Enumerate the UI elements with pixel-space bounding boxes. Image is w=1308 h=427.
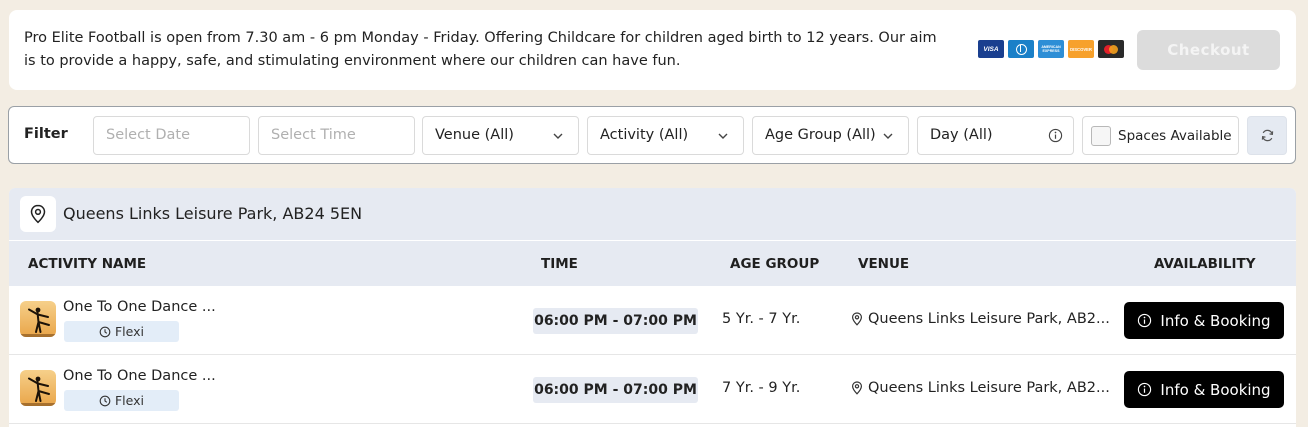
refresh-button[interactable]: [1247, 116, 1287, 155]
venue-pin-badge: [20, 196, 56, 232]
flexi-label: Flexi: [114, 393, 144, 408]
info-icon[interactable]: [1048, 128, 1063, 143]
table-header: ACTIVITY NAME TIME AGE GROUP VENUE AVAIL…: [9, 241, 1296, 286]
refresh-icon: [1261, 129, 1273, 142]
info-booking-label: Info & Booking: [1160, 311, 1271, 330]
location-pin-icon: [851, 381, 863, 395]
american-express-card-icon: AMERICAN EXPRESS: [1038, 40, 1064, 58]
venue-title: Queens Links Leisure Park, AB24 5EN: [63, 204, 363, 223]
age-group-select-value: Age Group (All): [765, 127, 876, 143]
flexi-tag: Flexi: [64, 321, 179, 342]
venue-select[interactable]: Venue (All): [422, 116, 579, 155]
activity-select[interactable]: Activity (All): [587, 116, 744, 155]
column-age-group: AGE GROUP: [730, 256, 820, 272]
venue-header: Queens Links Leisure Park, AB24 5EN: [9, 188, 1296, 240]
column-activity-name: ACTIVITY NAME: [28, 256, 147, 272]
notice-text: Pro Elite Football is open from 7.30 am …: [24, 30, 937, 69]
spaces-available-label: Spaces Available: [1118, 128, 1232, 144]
location-pin-icon: [30, 204, 46, 224]
clock-icon: [99, 326, 111, 337]
checkout-button[interactable]: Checkout: [1137, 30, 1280, 70]
table-row: One To One Dance ... Flexi 06:00 PM - 07…: [9, 355, 1296, 424]
time-placeholder: Select Time: [271, 127, 356, 143]
day-select[interactable]: Day (All): [917, 116, 1074, 155]
age-group-value: 5 Yr. - 7 Yr.: [722, 311, 801, 327]
activity-select-value: Activity (All): [600, 127, 689, 143]
diners-club-card-icon: [1008, 40, 1034, 58]
venue-value: Queens Links Leisure Park, AB2...: [868, 311, 1110, 327]
filter-label: Filter: [24, 126, 68, 142]
flexi-tag: Flexi: [64, 390, 179, 411]
activity-name[interactable]: One To One Dance ...: [63, 368, 216, 384]
day-select-value: Day (All): [930, 127, 993, 143]
activity-thumbnail: [20, 370, 56, 406]
info-icon: [1138, 382, 1152, 397]
spaces-available-toggle[interactable]: Spaces Available: [1082, 116, 1239, 155]
chevron-down-icon: [718, 133, 728, 139]
info-icon: [1138, 313, 1152, 328]
venue-section: Queens Links Leisure Park, AB24 5EN ACTI…: [9, 188, 1296, 427]
visa-card-icon: VISA: [978, 40, 1004, 58]
dancer-image: [20, 307, 56, 337]
date-placeholder: Select Date: [106, 127, 190, 143]
filter-bar: Filter Select Date Select Time Venue (Al…: [8, 106, 1296, 164]
info-booking-button[interactable]: Info & Booking: [1124, 302, 1284, 339]
mastercard-card-icon: [1098, 40, 1124, 58]
info-booking-button[interactable]: Info & Booking: [1124, 371, 1284, 408]
venue-value: Queens Links Leisure Park, AB2...: [868, 380, 1110, 396]
activity-thumbnail: [20, 301, 56, 337]
date-input[interactable]: Select Date: [93, 116, 250, 155]
flexi-label: Flexi: [114, 324, 144, 339]
activity-name[interactable]: One To One Dance ...: [63, 299, 216, 315]
clock-icon: [99, 395, 111, 406]
table-row: One To One Dance ... Flexi 06:00 PM - 07…: [9, 286, 1296, 355]
venue-cell: Queens Links Leisure Park, AB2...: [851, 311, 1110, 327]
time-input[interactable]: Select Time: [258, 116, 415, 155]
column-venue: VENUE: [858, 256, 910, 272]
payment-methods: VISA AMERICAN EXPRESS DISCOVER: [978, 40, 1124, 58]
age-group-value: 7 Yr. - 9 Yr.: [722, 380, 801, 396]
venue-select-value: Venue (All): [435, 127, 514, 143]
chevron-down-icon: [553, 133, 563, 139]
info-booking-label: Info & Booking: [1160, 380, 1271, 399]
column-time: TIME: [541, 256, 578, 272]
venue-cell: Queens Links Leisure Park, AB2...: [851, 380, 1110, 396]
location-pin-icon: [851, 312, 863, 326]
discover-card-icon: DISCOVER: [1068, 40, 1094, 58]
age-group-select[interactable]: Age Group (All): [752, 116, 909, 155]
time-pill: 06:00 PM - 07:00 PM: [533, 377, 698, 403]
spaces-available-checkbox[interactable]: [1091, 126, 1111, 146]
dancer-image: [20, 376, 56, 406]
time-pill: 06:00 PM - 07:00 PM: [533, 308, 698, 334]
chevron-down-icon: [883, 133, 893, 139]
notice-card: Pro Elite Football is open from 7.30 am …: [9, 10, 1296, 90]
column-availability: AVAILABILITY: [1154, 256, 1256, 272]
